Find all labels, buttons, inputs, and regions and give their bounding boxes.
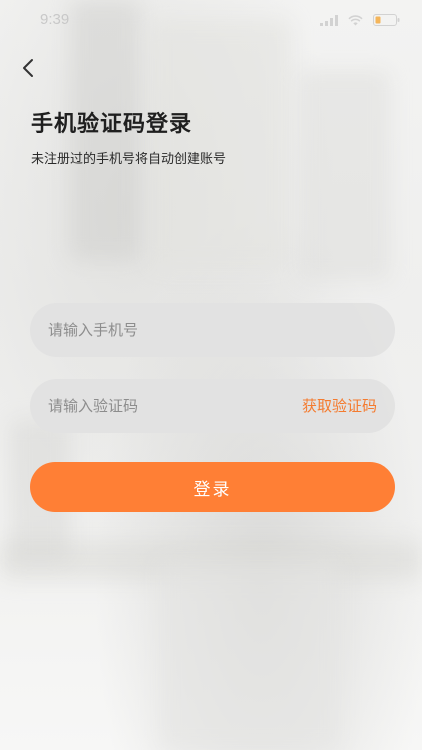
background-shape [150, 20, 290, 270]
chevron-left-icon [23, 59, 33, 77]
login-button[interactable]: 登录 [30, 462, 395, 512]
battery-icon [373, 14, 400, 26]
phone-input[interactable] [48, 303, 288, 357]
wifi-icon [348, 14, 363, 25]
status-time: 9:39 [40, 11, 70, 28]
signal-icon [320, 14, 338, 26]
status-bar: 9:39 [0, 0, 422, 44]
page-title: 手机验证码登录 [31, 112, 193, 137]
background-shape [300, 70, 390, 280]
status-icons [320, 14, 400, 26]
get-code-button[interactable]: 获取验证码 [302, 379, 377, 433]
back-button[interactable] [14, 54, 42, 82]
page-subtitle: 未注册过的手机号将自动创建账号 [31, 152, 227, 167]
verification-code-input[interactable] [48, 379, 288, 433]
phone-field [30, 303, 395, 357]
code-field: 获取验证码 [30, 379, 395, 433]
background-shape [160, 560, 340, 750]
